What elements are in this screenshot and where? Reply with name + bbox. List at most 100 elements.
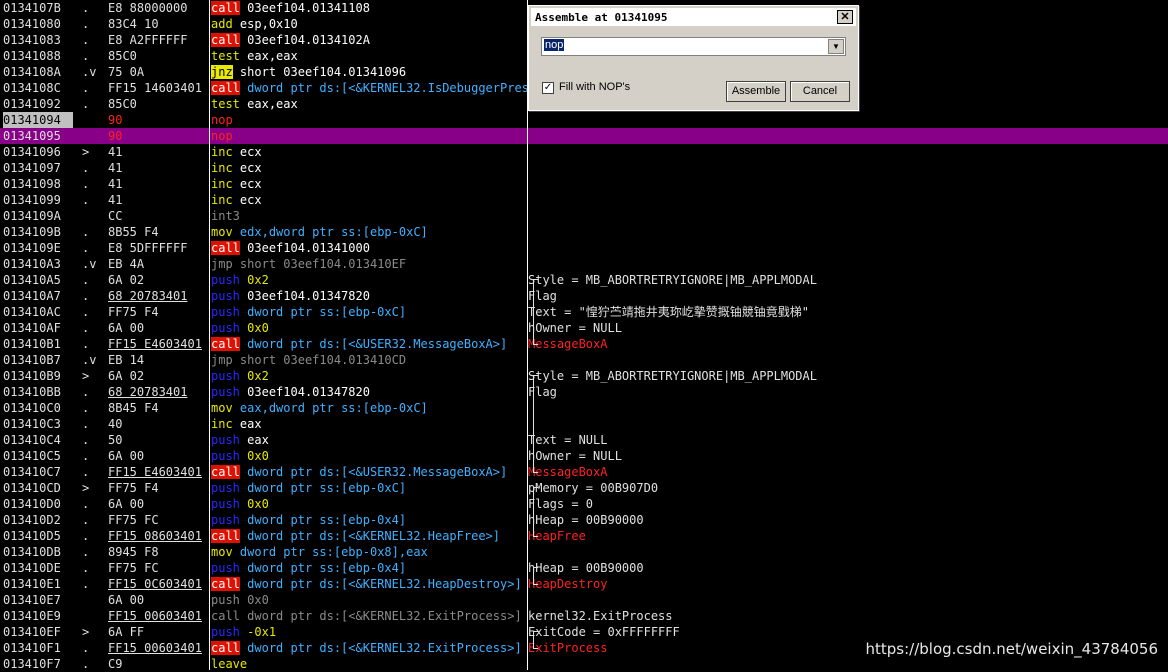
table-row[interactable]: 013410D2. FF75 FC push dword ptr ss:[ebp-0… [0, 512, 1168, 528]
operands: 0x0 [247, 321, 269, 335]
table-row[interactable]: 013410EF >6A FF push -0x1 ExitCode = 0xFFFF… [0, 624, 1168, 640]
operands: dword ptr ds:[<&KERNEL32.HeapFree>] [247, 529, 501, 543]
comment-cell: hOwner = NULL [528, 449, 622, 463]
jump-marker: . [82, 561, 90, 575]
address-cell: 013410BB [3, 385, 61, 399]
hex-bytes-cell: FF15 14603401 [108, 81, 202, 95]
comment-cell: kernel32.ExitProcess [528, 609, 673, 623]
assemble-input[interactable]: nop ▼ [541, 37, 846, 56]
table-row[interactable]: 013410D5. FF15 08603401 call dword ptr ds:… [0, 528, 1168, 544]
address-cell: 013410D0 [3, 497, 61, 511]
mnemonic: nop [211, 129, 233, 143]
table-row[interactable]: 01341099. 41 inc ecx [0, 192, 1168, 208]
table-row[interactable]: 01341095 90 nop [0, 128, 1168, 144]
table-row[interactable]: 013410C0. 8B45 F4 mov eax,dword ptr ss:[eb… [0, 400, 1168, 416]
mnemonic: call [211, 465, 240, 479]
comment-cell: MessageBoxA [528, 337, 608, 351]
instruction-cell: call 03eef104.0134102A [211, 32, 527, 48]
address-cell: 0134109B [3, 225, 61, 239]
table-row[interactable]: 013410E1. FF15 0C603401 call dword ptr ds:… [0, 576, 1168, 592]
hex-bytes-cell: FF15 E4603401 [108, 337, 202, 351]
address-cell: 013410E1 [3, 577, 61, 591]
table-row[interactable]: 013410A7. 68 20783401 push 03eef104.013478… [0, 288, 1168, 304]
table-row[interactable]: 013410BB. 68 20783401 push 03eef104.013478… [0, 384, 1168, 400]
hex-bytes-cell: FF15 0C603401 [108, 577, 202, 591]
operands: short 03eef104.013410CD [239, 353, 407, 367]
hex-bytes-cell: FF75 F4 [108, 305, 159, 319]
mnemonic: push [211, 593, 240, 607]
mnemonic: push [211, 305, 240, 319]
comment-cell: hHeap = 00B90000 [528, 561, 644, 575]
address-cell: 0134109E [3, 241, 61, 255]
instruction-cell: test eax,eax [211, 96, 527, 112]
instruction-cell: call dword ptr ds:[<&KERNEL32.IsDebugger… [211, 80, 527, 96]
mnemonic: inc [211, 417, 233, 431]
instruction-cell: call dword ptr ds:[<&USER32.MessageBoxA>… [211, 464, 527, 480]
address-cell: 013410B7 [3, 353, 61, 367]
jump-marker: . [82, 17, 90, 31]
table-row[interactable]: 013410A5. 6A 02 push 0x2 Style = MB_ABORTRE… [0, 272, 1168, 288]
address-cell: 013410B1 [3, 337, 61, 351]
hex-bytes-cell: E8 A2FFFFFF [108, 33, 188, 47]
mnemonic: call [211, 641, 240, 655]
mnemonic: push [211, 449, 240, 463]
hex-bytes-cell: CC [108, 209, 123, 223]
mnemonic: call [211, 577, 240, 591]
comment-cell: Style = MB_ABORTRETRYIGNORE|MB_APPLMODAL [528, 273, 817, 287]
assemble-button[interactable]: Assemble [726, 81, 786, 102]
table-row[interactable]: 013410D0. 6A 00 push 0x0 Flags = 0 [0, 496, 1168, 512]
address-cell: 01341099 [3, 193, 61, 207]
jump-marker: . [82, 161, 90, 175]
mnemonic: nop [211, 113, 233, 127]
address-cell: 013410C4 [3, 433, 61, 447]
operands: ecx [239, 145, 262, 159]
table-row[interactable]: 01341097. 41 inc ecx [0, 160, 1168, 176]
table-row[interactable]: 013410B7 .v EB 14 jmp short 03eef104.013410… [0, 352, 1168, 368]
table-row[interactable]: 013410B9 >6A 02 push 0x2 Style = MB_ABORTRE… [0, 368, 1168, 384]
operands: dword ptr ss:[ebp-0x8],eax [239, 545, 428, 559]
table-row[interactable]: 013410C4. 50 push eax Text = NULL [0, 432, 1168, 448]
table-row[interactable]: 013410C7. FF15 E4603401 call dword ptr ds:… [0, 464, 1168, 480]
table-row[interactable]: 01341096 >41 inc ecx [0, 144, 1168, 160]
table-row[interactable]: 013410C3. 40 inc eax [0, 416, 1168, 432]
mnemonic: push [211, 625, 240, 639]
address-cell: 013410CD [3, 481, 61, 495]
instruction-cell: mov edx,dword ptr ss:[ebp-0xC] [211, 224, 527, 240]
close-icon[interactable]: ✕ [837, 10, 853, 24]
mnemonic: mov [211, 401, 233, 415]
fill-nops-label: Fill with NOP's [559, 81, 631, 93]
table-row[interactable]: 013410AC. FF75 F4 push dword ptr ss:[ebp-0… [0, 304, 1168, 320]
chevron-down-icon[interactable]: ▼ [828, 39, 844, 54]
operands: 03eef104.0134102A [247, 33, 370, 47]
dialog-title-bar[interactable]: Assemble at 01341095 ✕ [531, 8, 856, 26]
jump-marker: > [82, 625, 90, 639]
mnemonic: inc [211, 193, 233, 207]
table-row[interactable]: 01341094 90 nop [0, 112, 1168, 128]
mnemonic: jmp [211, 257, 233, 271]
table-row[interactable]: 013410E7 6A 00 push 0x0 [0, 592, 1168, 608]
table-row[interactable]: 0134109E. E8 5DFFFFFF call 03eef104.013410… [0, 240, 1168, 256]
table-row[interactable]: 013410C5. 6A 00 push 0x0 hOwner = NULL [0, 448, 1168, 464]
table-row[interactable]: 013410AF. 6A 00 push 0x0 hOwner = NULL [0, 320, 1168, 336]
table-row[interactable]: 013410B1. FF15 E4603401 call dword ptr ds:… [0, 336, 1168, 352]
mnemonic: push [211, 433, 240, 447]
mnemonic: leave [211, 657, 248, 671]
fill-nops-checkbox[interactable]: ✓ [542, 82, 554, 94]
instruction-cell: push 0x0 [211, 592, 527, 608]
table-row[interactable]: 013410E9 FF15 00603401 call dword ptr ds:[… [0, 608, 1168, 624]
operands: eax,dword ptr ss:[ebp-0xC] [239, 401, 428, 415]
jump-marker: . [82, 337, 90, 351]
table-row[interactable]: 01341098. 41 inc ecx [0, 176, 1168, 192]
jump-marker: . [82, 177, 90, 191]
table-row[interactable]: 013410CD > FF75 F4 push dword ptr ss:[ebp-0… [0, 480, 1168, 496]
table-row[interactable]: 013410A3 .v EB 4A jmp short 03eef104.013410… [0, 256, 1168, 272]
comment-bracket [533, 631, 538, 649]
table-row[interactable]: 013410DB. 8945 F8 mov dword ptr ss:[ebp-0x… [0, 544, 1168, 560]
hex-bytes-cell: EB 4A [108, 257, 145, 271]
cancel-button[interactable]: Cancel [790, 81, 850, 102]
table-row[interactable]: 0134109B. 8B55 F4 mov edx,dword ptr ss:[eb… [0, 224, 1168, 240]
table-row[interactable]: 013410DE. FF75 FC push dword ptr ss:[ebp-0… [0, 560, 1168, 576]
address-cell: 01341095 [3, 129, 61, 143]
comment-bracket [533, 567, 538, 585]
table-row[interactable]: 0134109A CC int3 [0, 208, 1168, 224]
